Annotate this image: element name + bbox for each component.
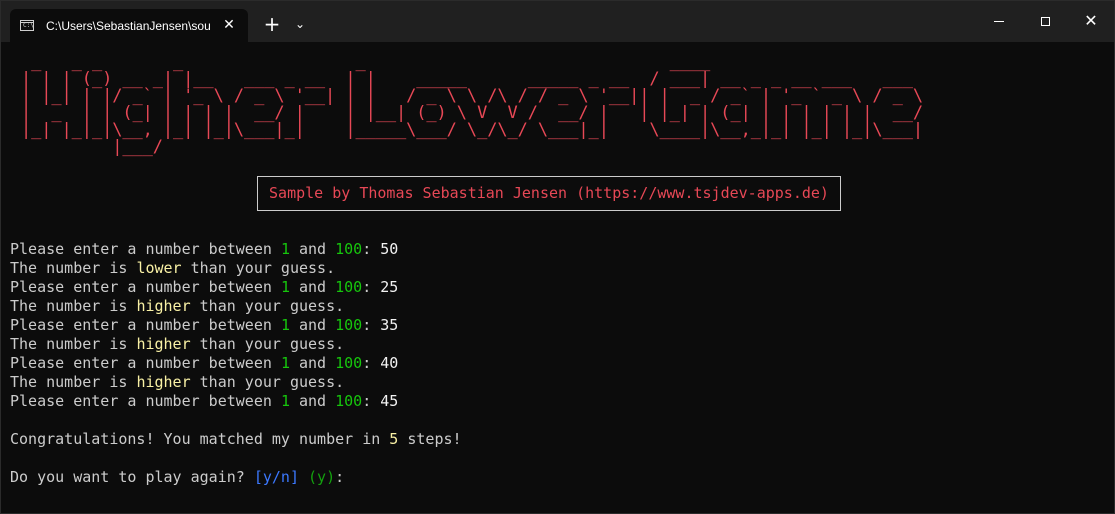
game-log: Please enter a number between 1 and 100:…: [10, 240, 462, 487]
minimize-icon: [994, 20, 1004, 22]
prompt-line: Please enter a number between 1 and 100:…: [10, 316, 399, 334]
prompt-line: Please enter a number between 1 and 100:…: [10, 354, 399, 372]
hint-word: higher: [136, 373, 191, 391]
feedback-line: The number is higher than your guess.: [10, 297, 345, 315]
guess-value: 25: [380, 278, 399, 296]
hint-word: lower: [136, 259, 182, 277]
close-icon: ✕: [1084, 11, 1098, 30]
close-window-button[interactable]: ✕: [1068, 1, 1114, 41]
prompt-line: Please enter a number between 1 and 100:…: [10, 278, 399, 296]
hint-word: higher: [136, 297, 191, 315]
prompt-line: Please enter a number between 1 and 100:…: [10, 392, 399, 410]
terminal-window: C:\ C:\Users\SebastianJensen\sour ✕ + ⌄ …: [0, 0, 1115, 514]
replay-default: (y): [308, 468, 336, 486]
maximize-button[interactable]: [1022, 1, 1068, 41]
feedback-line: The number is higher than your guess.: [10, 373, 345, 391]
guess-value: 35: [380, 316, 399, 334]
feedback-line: The number is lower than your guess.: [10, 259, 336, 277]
congrats-line: Congratulations! You matched my number i…: [10, 430, 462, 448]
hint-word: higher: [136, 335, 191, 353]
terminal-icon: C:\: [20, 20, 34, 31]
guess-value: 40: [380, 354, 399, 372]
steps-count: 5: [389, 430, 399, 448]
subtitle-box: Sample by Thomas Sebastian Jensen (https…: [257, 176, 841, 211]
terminal-output[interactable]: _ _ _ _ _ ____ | | | (_) __ _| |__ ___ _…: [10, 42, 1114, 513]
terminal-tab[interactable]: C:\ C:\Users\SebastianJensen\sour ✕: [10, 9, 248, 42]
feedback-line: The number is higher than your guess.: [10, 335, 345, 353]
new-tab-icon[interactable]: +: [262, 14, 282, 34]
tab-title: C:\Users\SebastianJensen\sour: [46, 18, 210, 33]
close-tab-icon[interactable]: ✕: [220, 16, 238, 34]
guess-value: 50: [380, 240, 399, 258]
maximize-icon: [1040, 16, 1050, 26]
replay-options: [y/n]: [253, 468, 299, 486]
tab-bar: C:\ C:\Users\SebastianJensen\sour ✕ + ⌄ …: [1, 1, 1114, 42]
guess-value: 45: [380, 392, 399, 410]
ascii-banner: _ _ _ _ _ ____ | | | (_) __ _| |__ ___ _…: [21, 52, 924, 157]
minimize-button[interactable]: [976, 1, 1022, 41]
chevron-down-icon[interactable]: ⌄: [293, 16, 307, 32]
prompt-line: Please enter a number between 1 and 100:…: [10, 240, 399, 258]
replay-prompt: Do you want to play again? [y/n] (y):: [10, 468, 345, 486]
